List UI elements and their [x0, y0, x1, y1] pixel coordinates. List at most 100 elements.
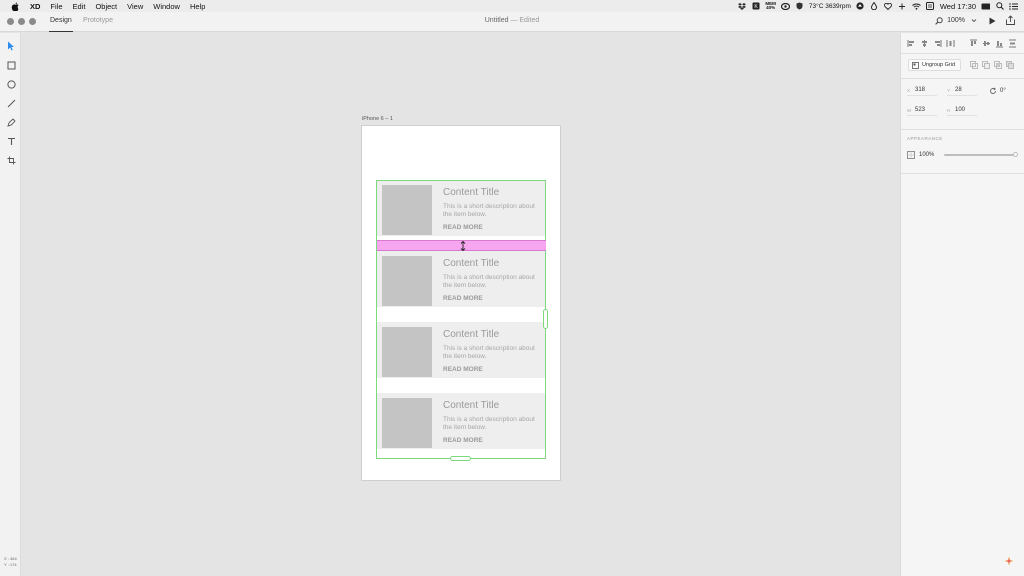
- grid-horizontal-handle[interactable]: [543, 309, 548, 329]
- cursor-coordinates: X : 464 Y : 174: [4, 556, 17, 568]
- opacity-icon: [907, 151, 915, 159]
- divider: [901, 173, 1024, 174]
- chevron-down-icon: [971, 18, 977, 22]
- shield-icon[interactable]: [795, 2, 804, 10]
- w-label: W: [907, 107, 912, 113]
- distribute-vertical-icon[interactable]: [1008, 39, 1017, 48]
- y-position-field[interactable]: Y 28: [947, 87, 979, 96]
- search-icon[interactable]: [995, 2, 1004, 10]
- share-icon[interactable]: [1005, 15, 1016, 26]
- temperature-readout[interactable]: 73°C 3639rpm: [809, 3, 851, 10]
- width-field[interactable]: W 523: [907, 107, 939, 116]
- align-center-horizontal-icon[interactable]: [920, 39, 929, 48]
- w-value: 523: [915, 107, 926, 113]
- menu-file[interactable]: File: [50, 2, 62, 11]
- subtract-icon[interactable]: [982, 61, 990, 69]
- menu-edit[interactable]: Edit: [73, 2, 86, 11]
- clock[interactable]: Wed 17:30: [940, 2, 976, 11]
- height-field[interactable]: H 100: [947, 107, 979, 116]
- boolean-operations: [970, 61, 1014, 69]
- tools-panel: X : 464 Y : 174: [0, 33, 21, 576]
- union-icon[interactable]: [970, 61, 978, 69]
- field-underline: [907, 115, 937, 116]
- menu-help[interactable]: Help: [190, 2, 205, 11]
- opacity-field[interactable]: 100%: [907, 151, 934, 159]
- rotation-field[interactable]: 0°: [989, 87, 1006, 95]
- align-divider: [959, 39, 965, 49]
- intersect-icon[interactable]: [994, 61, 1002, 69]
- rotation-value: 0°: [1000, 88, 1006, 94]
- menu-bar: XD File Edit Object View Window Help K M…: [0, 0, 1024, 12]
- opacity-value: 100%: [919, 152, 935, 158]
- h-value: 100: [955, 107, 966, 113]
- cursor-y: Y : 174: [4, 562, 17, 567]
- wifi-icon[interactable]: [912, 2, 921, 10]
- battery-icon[interactable]: [981, 2, 990, 10]
- line-tool-icon[interactable]: [5, 97, 17, 109]
- ungroup-grid-label: Ungroup Grid: [922, 62, 956, 68]
- notification-center-icon[interactable]: [1009, 2, 1018, 10]
- repeat-grid-icon: [912, 61, 919, 69]
- opacity-slider-knob[interactable]: [1013, 152, 1018, 157]
- zoom-control[interactable]: 100%: [935, 16, 979, 25]
- apple-icon[interactable]: [10, 1, 21, 11]
- h-label: H: [947, 107, 951, 113]
- field-underline: [907, 95, 937, 96]
- text-tool-icon[interactable]: [5, 135, 17, 147]
- y-label: Y: [947, 87, 951, 93]
- zoom-search-icon: [935, 16, 943, 25]
- grid-vertical-handle[interactable]: [450, 456, 471, 461]
- title-bar: Design Prototype Untitled — Edited 100%: [0, 12, 1024, 32]
- align-toolbar: [907, 39, 1019, 49]
- divider: [901, 78, 1024, 79]
- artboard-tool-icon[interactable]: [5, 154, 17, 166]
- appearance-section-label: APPEARANCE: [907, 136, 943, 141]
- divider: [901, 53, 1024, 54]
- keyboard-icon[interactable]: K: [751, 2, 760, 10]
- y-value: 28: [955, 87, 962, 93]
- memory-value: 40%: [766, 5, 776, 10]
- menu-app-name[interactable]: XD: [30, 2, 40, 11]
- play-preview-icon[interactable]: [987, 16, 997, 26]
- pen-tool-icon[interactable]: [5, 116, 17, 128]
- rectangle-tool-icon[interactable]: [5, 59, 17, 71]
- drop-icon[interactable]: [870, 2, 879, 10]
- align-right-icon[interactable]: [933, 39, 942, 48]
- field-underline: [947, 95, 977, 96]
- menu-view[interactable]: View: [127, 2, 143, 11]
- artboard-name[interactable]: iPhone 6 – 1: [362, 116, 393, 122]
- property-inspector: Ungroup Grid X 318 Y 28 0° W 523 H 100 A…: [900, 33, 1024, 576]
- resize-cursor-icon: [459, 240, 467, 251]
- x-label: X: [907, 87, 911, 93]
- cloud-icon[interactable]: [780, 2, 790, 10]
- document-name: Untitled: [484, 17, 509, 24]
- opacity-slider[interactable]: [944, 152, 1018, 157]
- menu-window[interactable]: Window: [153, 2, 180, 11]
- select-tool-icon[interactable]: [5, 40, 17, 52]
- repeat-grid-selection[interactable]: [376, 180, 546, 459]
- notes-icon[interactable]: [926, 2, 935, 10]
- align-middle-icon[interactable]: [982, 39, 991, 48]
- distribute-horizontal-icon[interactable]: [946, 39, 955, 48]
- field-underline: [947, 115, 977, 116]
- exclude-overlap-icon[interactable]: [1006, 61, 1014, 69]
- feedback-icon[interactable]: [1004, 556, 1014, 566]
- ellipse-tool-icon[interactable]: [5, 78, 17, 90]
- bluetooth-icon[interactable]: [898, 2, 907, 10]
- dropbox-icon[interactable]: [737, 2, 746, 10]
- menu-object[interactable]: Object: [95, 2, 117, 11]
- title-right-controls: 100%: [935, 15, 1016, 26]
- align-bottom-icon[interactable]: [995, 39, 1004, 48]
- eject-icon[interactable]: [856, 2, 865, 10]
- favorite-icon[interactable]: [884, 2, 893, 10]
- document-state: — Edited: [510, 17, 540, 24]
- ungroup-grid-button[interactable]: Ungroup Grid: [908, 59, 962, 71]
- status-area: K MEM 40% 73°C 3639rpm Wed 17:30: [737, 0, 1018, 12]
- artboard[interactable]: Content Title This is a short descriptio…: [361, 125, 561, 481]
- align-left-icon[interactable]: [907, 39, 916, 48]
- rotate-icon: [990, 87, 997, 94]
- align-top-icon[interactable]: [969, 39, 978, 48]
- memory-status[interactable]: MEM 40%: [765, 1, 776, 11]
- x-position-field[interactable]: X 318: [907, 87, 939, 96]
- zoom-level: 100%: [947, 17, 965, 24]
